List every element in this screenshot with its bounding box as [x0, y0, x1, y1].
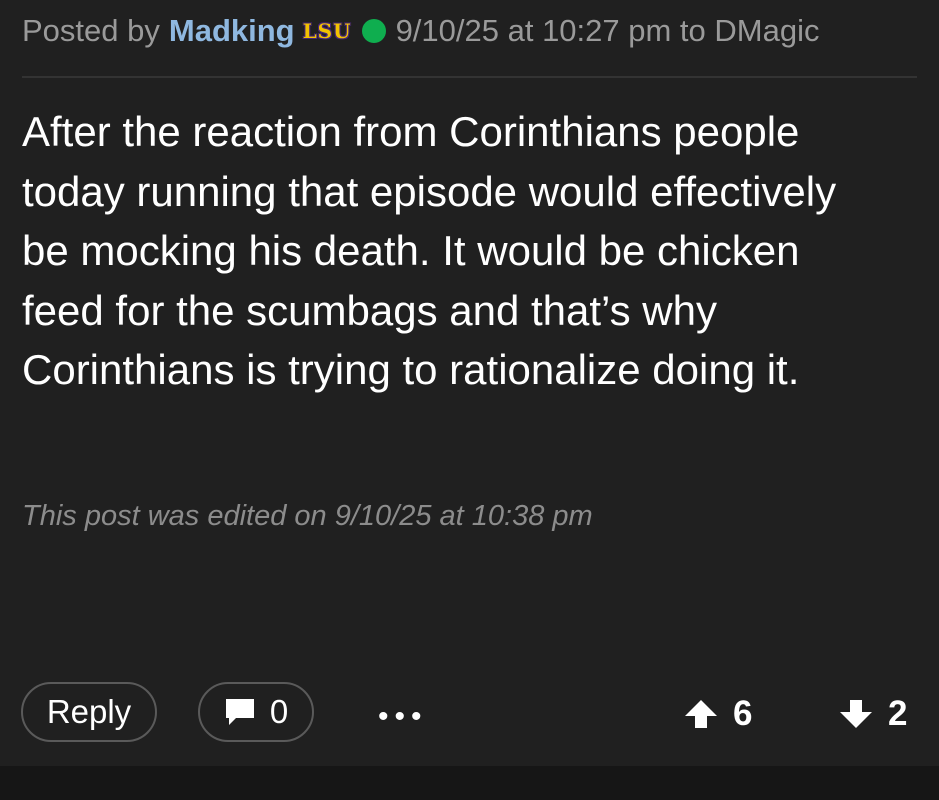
- post-timestamp: 9/10/25 at 10:27 pm to DMagic: [395, 13, 820, 48]
- post-actions: Reply 0 ••• 6 2: [0, 682, 939, 746]
- bottom-bar: [0, 766, 939, 800]
- comment-icon: [224, 697, 256, 727]
- post-body-line: After the reaction from Corinthians peop…: [22, 108, 800, 155]
- forum-post: Posted by Madking LSU 9/10/25 at 10:27 p…: [0, 0, 939, 766]
- reply-button[interactable]: Reply: [21, 682, 157, 742]
- arrow-up-icon: [685, 700, 717, 728]
- upvote-count: 6: [733, 694, 753, 733]
- header-divider: [22, 76, 917, 78]
- author-link[interactable]: Madking: [169, 13, 295, 49]
- comment-button[interactable]: 0: [198, 682, 314, 742]
- post-header: Posted by Madking LSU 9/10/25 at 10:27 p…: [22, 10, 917, 52]
- arrow-down-icon: [840, 700, 872, 728]
- post-body-line: feed for the scumbags and that’s why: [22, 286, 717, 334]
- posted-by-label: Posted by: [22, 13, 160, 48]
- post-body: After the reaction from Corinthians peop…: [22, 102, 912, 400]
- upvote-button[interactable]: 6: [683, 694, 752, 734]
- post-body-line: be mocking his death. It would be chicke…: [22, 227, 800, 274]
- downvote-button[interactable]: 2: [838, 694, 907, 734]
- post-body-line: Corinthians is trying to rationalize doi…: [22, 346, 800, 393]
- more-options-button[interactable]: •••: [378, 700, 428, 734]
- edit-note: This post was edited on 9/10/25 at 10:38…: [22, 500, 593, 532]
- downvote-count: 2: [888, 694, 908, 733]
- post-body-line: today running that episode would effecti…: [22, 167, 837, 215]
- team-logo: LSU: [302, 19, 352, 43]
- comment-count: 0: [269, 693, 289, 730]
- online-status-icon: [361, 19, 386, 43]
